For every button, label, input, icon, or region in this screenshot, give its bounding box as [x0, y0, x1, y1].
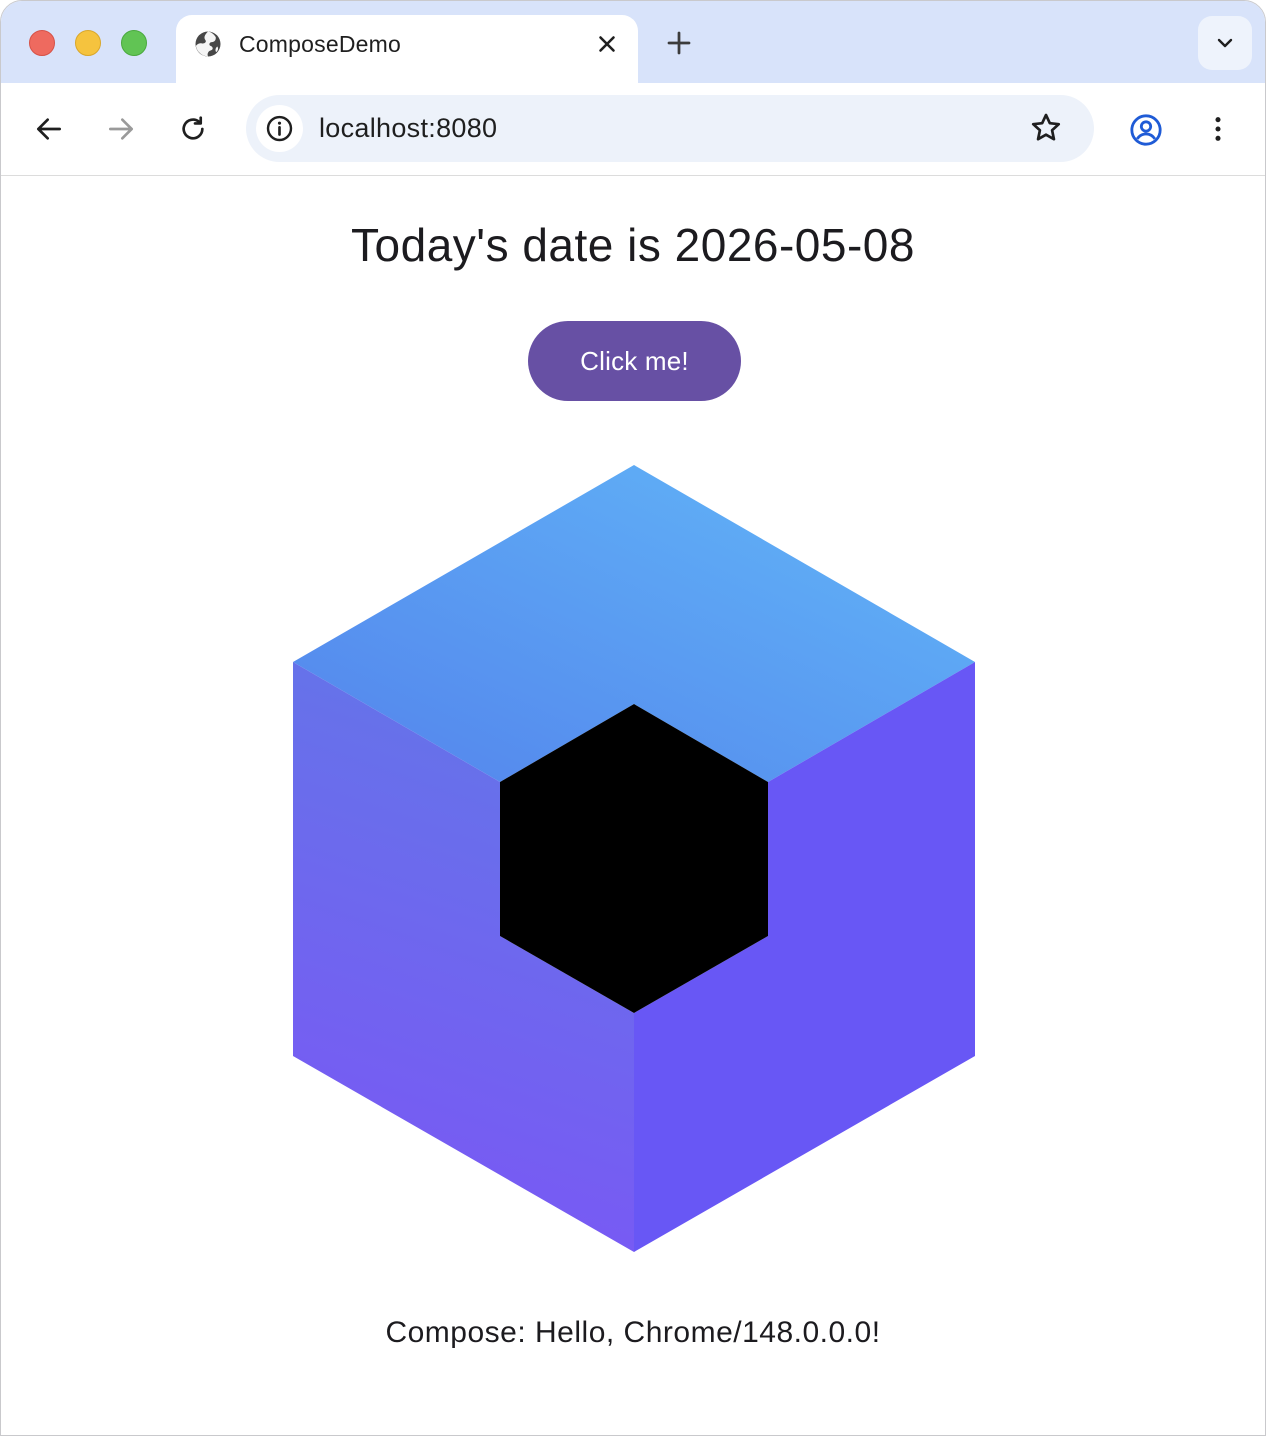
profile-button[interactable] [1125, 109, 1165, 149]
browser-window: ComposeDemo localhost:8080 Today's date … [0, 0, 1266, 1436]
forward-arrow-icon [109, 118, 133, 140]
tab-search-button[interactable] [1198, 16, 1252, 70]
reload-button[interactable] [173, 109, 213, 149]
site-info-button[interactable] [256, 105, 303, 152]
new-tab-icon[interactable] [664, 28, 694, 58]
tab-strip: ComposeDemo [1, 1, 1265, 85]
page-content: Today's date is 2026-05-08 Click me! Com… [1, 176, 1265, 1435]
reload-icon [182, 116, 204, 140]
profile-icon [1130, 114, 1162, 146]
back-button[interactable] [29, 109, 69, 149]
minimize-window-button[interactable] [75, 30, 101, 56]
more-vert-icon [1215, 117, 1221, 141]
more-menu-button[interactable] [1198, 109, 1238, 149]
maximize-window-button[interactable] [121, 30, 147, 56]
tab-title: ComposeDemo [239, 31, 401, 57]
globe-icon [195, 31, 221, 57]
address-bar[interactable]: localhost:8080 [246, 95, 1094, 162]
compose-logo-icon [293, 465, 975, 1252]
star-icon[interactable] [1029, 111, 1063, 145]
back-arrow-icon [37, 118, 61, 140]
click-me-button[interactable]: Click me! [528, 321, 741, 401]
browser-toolbar: localhost:8080 [1, 83, 1265, 176]
info-icon [266, 115, 293, 142]
url-text[interactable]: localhost:8080 [319, 112, 497, 144]
close-tab-icon[interactable] [594, 31, 620, 57]
forward-button[interactable] [101, 109, 141, 149]
chevron-down-icon [1217, 38, 1233, 48]
tab-composedemo[interactable]: ComposeDemo [176, 15, 638, 85]
greeting-text: Compose: Hello, Chrome/148.0.0.0! [385, 1316, 881, 1349]
date-heading: Today's date is 2026-05-08 [351, 219, 915, 271]
close-window-button[interactable] [29, 30, 55, 56]
